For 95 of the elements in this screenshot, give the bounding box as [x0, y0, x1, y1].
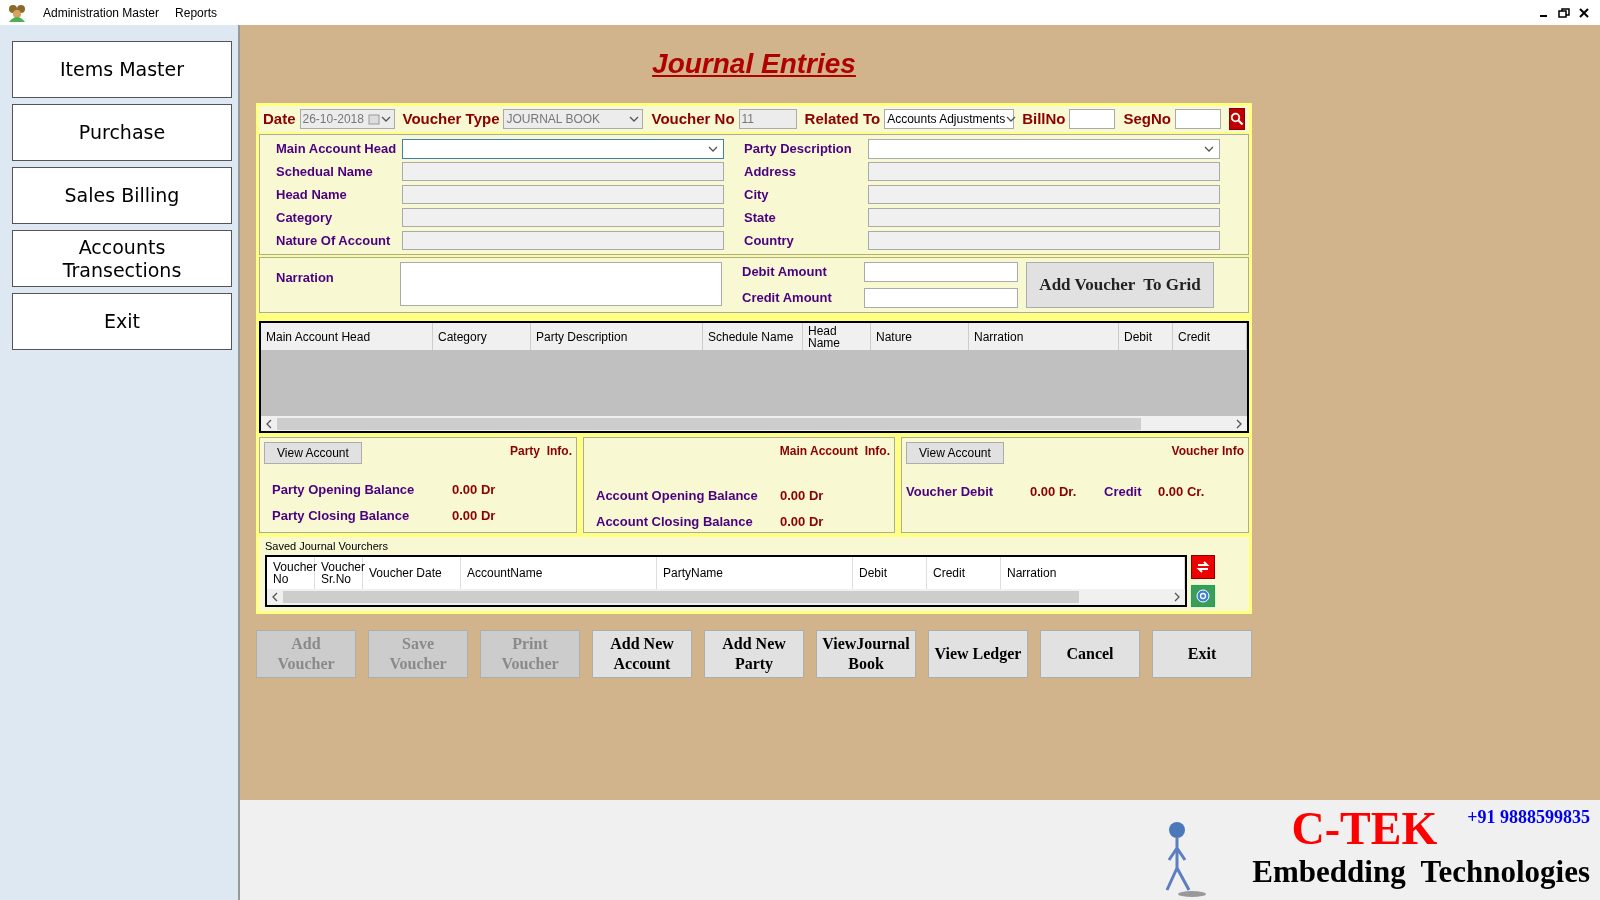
column-header[interactable]: Debit [1119, 323, 1173, 351]
debit-value: 0.00 Dr. [1030, 483, 1078, 501]
action-button[interactable]: ViewJournal Book [816, 629, 916, 678]
column-header[interactable]: Narration [969, 323, 1119, 351]
column-header[interactable]: PartyName [657, 556, 853, 589]
field-label: Nature Of Account [276, 231, 392, 250]
field-label: City [744, 185, 770, 204]
field-label: Schedual Name [276, 162, 374, 181]
column-header[interactable]: Voucher No [267, 556, 315, 589]
people-icon [7, 3, 27, 22]
sidebar-button[interactable]: Accounts Transections [12, 230, 232, 287]
column-header[interactable]: Credit [1173, 323, 1247, 351]
view-account-button[interactable]: View Account [264, 442, 362, 464]
action-button[interactable]: Cancel [1040, 629, 1140, 678]
refresh-button[interactable] [1191, 554, 1215, 579]
action-button[interactable]: Add New Party [704, 629, 804, 678]
field-label: Debit Amount [742, 263, 828, 282]
restore-icon[interactable] [1558, 6, 1570, 19]
dropdown[interactable] [402, 138, 724, 159]
column-header[interactable]: Debit [853, 556, 927, 589]
search-icon [1230, 112, 1244, 126]
field-label: State [744, 208, 777, 227]
panel-title: Party Info. [510, 443, 572, 460]
input-field[interactable] [402, 162, 724, 181]
action-button[interactable]: Exit [1152, 629, 1252, 678]
amount-field[interactable] [864, 262, 1018, 282]
column-header[interactable]: Narration [1001, 556, 1185, 589]
field-label: Voucher No [651, 108, 735, 129]
field-label: BillNo [1022, 108, 1066, 129]
brand-logo-text: C-TEK [1291, 804, 1438, 854]
view-account-button[interactable]: View Account [906, 442, 1004, 464]
field-label: Head Name [276, 185, 348, 204]
field-label: Credit Amount [742, 289, 833, 308]
horizontal-scrollbar[interactable] [261, 416, 1247, 431]
close-icon[interactable] [1578, 6, 1590, 19]
column-header[interactable]: Nature [871, 323, 969, 351]
amount-field[interactable] [864, 288, 1018, 308]
field-label: Country [744, 231, 795, 250]
input-field[interactable] [402, 208, 724, 227]
group-title: Saved Journal Vourchers [265, 539, 389, 554]
field-label: Narration [276, 269, 335, 287]
field-label: Address [744, 162, 798, 181]
credit-label: Credit [1104, 483, 1143, 501]
input-field[interactable] [868, 162, 1220, 181]
sidebar-button[interactable]: Items Master [12, 41, 232, 98]
column-header[interactable]: Credit [927, 556, 1001, 589]
balance-label: Account Opening Balance [596, 487, 759, 505]
tagline: Embedding Technologies [1252, 854, 1590, 890]
field-label: Party Description [744, 139, 853, 158]
field-label: Main Account Head [276, 139, 398, 158]
input-field[interactable] [868, 231, 1220, 250]
balance-value: 0.00 Dr [780, 487, 824, 505]
credit-value: 0.00 Cr. [1158, 483, 1205, 501]
menu-item[interactable]: Administration Master [43, 3, 160, 22]
input-field[interactable] [1175, 109, 1221, 129]
phone-number: +91 9888599835 [1467, 806, 1590, 829]
input-field[interactable] [1069, 109, 1116, 129]
narration-field[interactable] [400, 262, 722, 306]
menu-item[interactable]: Reports [175, 3, 218, 22]
sidebar-button[interactable]: Sales Billing [12, 167, 232, 224]
balance-value: 0.00 Dr [452, 481, 496, 499]
panel-title: Main Account Info. [779, 443, 890, 460]
field-label: Date [263, 108, 296, 129]
page-title: Journal Entries [652, 47, 856, 81]
action-button[interactable]: View Ledger [928, 629, 1028, 678]
field-label: Category [276, 208, 334, 227]
input-field[interactable] [402, 231, 724, 250]
input-field[interactable] [868, 208, 1220, 227]
field-label: Related To [804, 108, 881, 129]
column-header[interactable]: Party Description [531, 323, 703, 351]
input-field[interactable] [402, 185, 724, 204]
dropdown[interactable]: Accounts Adjustments [884, 109, 1015, 129]
field-label: SegNo [1123, 108, 1171, 129]
balance-label: Party Closing Balance [272, 506, 411, 525]
panel-title: Voucher Info [1171, 443, 1244, 460]
balance-value: 0.00 Dr [780, 512, 824, 531]
column-header[interactable]: AccountName [461, 556, 657, 589]
sidebar-button[interactable]: Exit [12, 293, 232, 350]
sidebar-button[interactable]: Purchase [12, 104, 232, 161]
column-header[interactable]: Main Account Head [261, 323, 433, 351]
input-field[interactable] [868, 185, 1220, 204]
column-header[interactable]: Category [433, 323, 531, 351]
add-to-grid-button[interactable]: Add Voucher To Grid [1026, 262, 1214, 308]
calendar-icon [367, 113, 380, 125]
column-header[interactable]: Head Name [803, 323, 871, 351]
column-header[interactable]: Schedule Name [703, 323, 803, 351]
refresh-icon [1195, 558, 1211, 575]
dropdown[interactable] [868, 138, 1220, 159]
search-button[interactable] [1229, 108, 1245, 130]
action-button[interactable]: Add New Account [592, 629, 692, 678]
debit-label: Voucher Debit [906, 483, 995, 501]
balance-label: Account Closing Balance [596, 512, 754, 531]
balance-value: 0.00 Dr [452, 506, 496, 525]
field-label: Voucher Type [402, 108, 500, 129]
balance-label: Party Opening Balance [272, 481, 416, 499]
